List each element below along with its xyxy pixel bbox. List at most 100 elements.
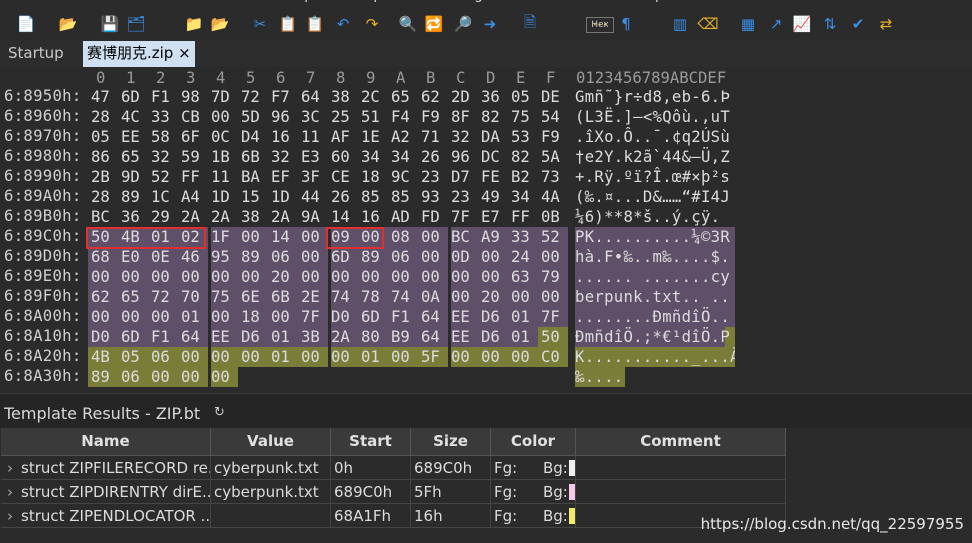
hex-byte[interactable]: 89 bbox=[238, 247, 268, 267]
hex-byte[interactable]: C0 bbox=[538, 347, 568, 367]
hex-byte[interactable]: 0C bbox=[208, 127, 238, 147]
sort-icon[interactable]: ⇅ bbox=[820, 14, 840, 34]
hex-byte[interactable]: 05 bbox=[88, 127, 118, 147]
hex-byte[interactable]: 6D bbox=[118, 327, 148, 347]
new-file-icon[interactable]: 📄 bbox=[16, 14, 36, 34]
hex-byte[interactable]: 5A bbox=[538, 147, 568, 167]
hex-byte[interactable]: 23 bbox=[418, 167, 448, 187]
result-start[interactable]: 689C0h bbox=[331, 480, 411, 504]
expand-icon[interactable]: › bbox=[7, 456, 13, 479]
hex-byte[interactable]: 00 bbox=[328, 267, 358, 287]
hex-byte[interactable]: 05 bbox=[118, 347, 148, 367]
expand-icon[interactable]: › bbox=[7, 480, 13, 503]
hex-byte[interactable]: 32 bbox=[448, 127, 478, 147]
hex-byte[interactable]: DA bbox=[478, 127, 508, 147]
hex-byte[interactable]: 0E bbox=[148, 247, 178, 267]
menu-help[interactable]: Help bbox=[632, 0, 664, 3]
hex-byte[interactable]: EF bbox=[268, 167, 298, 187]
hex-byte[interactable]: FD bbox=[418, 207, 448, 227]
hex-byte[interactable]: 00 bbox=[298, 267, 328, 287]
ascii-text[interactable]: (‰.¤...D&……“#I4J bbox=[575, 187, 735, 207]
hex-byte[interactable]: 00 bbox=[148, 267, 178, 287]
result-name[interactable]: struct ZIPFILERECORD re... › bbox=[1, 456, 211, 480]
ascii-text[interactable]: ‰.... bbox=[575, 367, 625, 387]
hex-byte[interactable]: 1C bbox=[148, 187, 178, 207]
hex-byte[interactable]: D6 bbox=[238, 327, 268, 347]
ascii-text[interactable]: (L3Ë.]–<%Qôù.‚uT bbox=[575, 107, 735, 127]
hex-byte[interactable]: 00 bbox=[538, 287, 568, 307]
hex-byte[interactable]: 65 bbox=[118, 287, 148, 307]
hex-byte[interactable]: 6D bbox=[328, 247, 358, 267]
hex-byte[interactable]: EE bbox=[448, 307, 478, 327]
hex-byte[interactable]: 00 bbox=[88, 307, 118, 327]
hex-byte[interactable]: 00 bbox=[178, 347, 208, 367]
hex-byte[interactable]: 18 bbox=[238, 307, 268, 327]
hex-byte[interactable]: D6 bbox=[478, 327, 508, 347]
hex-byte[interactable]: 70 bbox=[178, 287, 208, 307]
hex-byte[interactable]: 34 bbox=[358, 147, 388, 167]
hex-byte[interactable]: 00 bbox=[298, 347, 328, 367]
ascii-text[interactable]: ÐmñdîÖ.;*€¹dîÖ.P bbox=[575, 327, 735, 347]
hex-byte[interactable]: 00 bbox=[268, 307, 298, 327]
folder-icon[interactable]: 📁 bbox=[184, 14, 204, 34]
hex-byte[interactable]: 1E bbox=[358, 127, 388, 147]
hex-byte[interactable]: 62 bbox=[88, 287, 118, 307]
result-size[interactable]: 5Fh bbox=[411, 480, 491, 504]
ascii-text[interactable]: ¼6)**8*š..­ý.çÿ. bbox=[575, 207, 735, 227]
hex-byte[interactable]: AF bbox=[328, 127, 358, 147]
tab-startup[interactable]: Startup bbox=[8, 41, 64, 67]
hex-byte[interactable]: 00 bbox=[178, 367, 208, 387]
hex-byte[interactable]: 3F bbox=[298, 167, 328, 187]
ascii-text[interactable]: K..........._...À bbox=[575, 347, 735, 367]
hex-byte[interactable]: 20 bbox=[268, 267, 298, 287]
hex-byte[interactable]: BC bbox=[448, 227, 478, 247]
result-color[interactable]: Fg: Bg: bbox=[491, 456, 576, 480]
hex-byte[interactable]: 25 bbox=[328, 107, 358, 127]
hex-byte[interactable]: 00 bbox=[478, 347, 508, 367]
hex-byte[interactable]: 2B bbox=[88, 167, 118, 187]
hex-byte[interactable]: F9 bbox=[538, 127, 568, 147]
hex-byte[interactable]: 1F bbox=[208, 227, 238, 247]
menu-edit[interactable]: Edit bbox=[50, 0, 77, 3]
hex-byte[interactable]: 64 bbox=[298, 87, 328, 107]
ascii-text[interactable]: berpunk.txt.. .. bbox=[575, 287, 735, 307]
hex-byte[interactable]: 75 bbox=[508, 107, 538, 127]
menu-templates[interactable]: Templates bbox=[345, 0, 416, 3]
hex-byte[interactable]: 00 bbox=[478, 267, 508, 287]
hex-byte[interactable]: 65 bbox=[388, 87, 418, 107]
hex-byte[interactable]: 01 bbox=[268, 347, 298, 367]
hex-byte[interactable]: 6E bbox=[238, 287, 268, 307]
hex-byte[interactable]: 74 bbox=[328, 287, 358, 307]
hex-byte[interactable]: 9C bbox=[388, 167, 418, 187]
hex-editor[interactable]: 0 1 2 3 4 5 6 7 8 9 A B C D E F 0123456789ABCDEF 6:8950h:… bbox=[0, 67, 972, 392]
hex-byte[interactable]: 06 bbox=[388, 247, 418, 267]
hex-byte[interactable]: 44 bbox=[298, 187, 328, 207]
hex-byte[interactable]: D6 bbox=[478, 307, 508, 327]
hex-byte[interactable]: 01 bbox=[358, 347, 388, 367]
result-value[interactable]: cyberpunk.txt bbox=[211, 480, 331, 504]
hex-byte[interactable]: 14 bbox=[268, 227, 298, 247]
hex-byte[interactable]: 4C bbox=[118, 107, 148, 127]
result-name[interactable]: struct ZIPDIRENTRY dirE... › bbox=[1, 480, 211, 504]
hex-byte[interactable]: 00 bbox=[448, 287, 478, 307]
check-icon[interactable]: ✔ bbox=[848, 14, 868, 34]
hex-byte[interactable]: 01 bbox=[508, 327, 538, 347]
hex-byte[interactable]: F9 bbox=[418, 107, 448, 127]
folder-open-icon[interactable]: 📂 bbox=[210, 14, 230, 34]
hex-byte[interactable]: 01 bbox=[178, 307, 208, 327]
hex-byte[interactable]: 0B bbox=[538, 207, 568, 227]
undo-icon[interactable]: ↶ bbox=[333, 14, 353, 34]
menu-file[interactable]: File bbox=[8, 0, 31, 3]
hex-byte[interactable]: FE bbox=[478, 167, 508, 187]
hex-byte[interactable]: 75 bbox=[208, 287, 238, 307]
hex-byte[interactable]: 5F bbox=[418, 347, 448, 367]
hex-byte[interactable]: 00 bbox=[358, 267, 388, 287]
column-header-size[interactable]: Size bbox=[411, 428, 491, 456]
hex-byte[interactable]: 00 bbox=[508, 347, 538, 367]
hex-byte[interactable]: 62 bbox=[418, 87, 448, 107]
eraser-icon[interactable]: ⌫ bbox=[697, 14, 718, 34]
menu-scripts[interactable]: Scripts bbox=[278, 0, 326, 3]
hex-byte[interactable]: 3C bbox=[298, 107, 328, 127]
hex-byte[interactable]: FF bbox=[508, 207, 538, 227]
hex-byte[interactable]: 64 bbox=[178, 327, 208, 347]
